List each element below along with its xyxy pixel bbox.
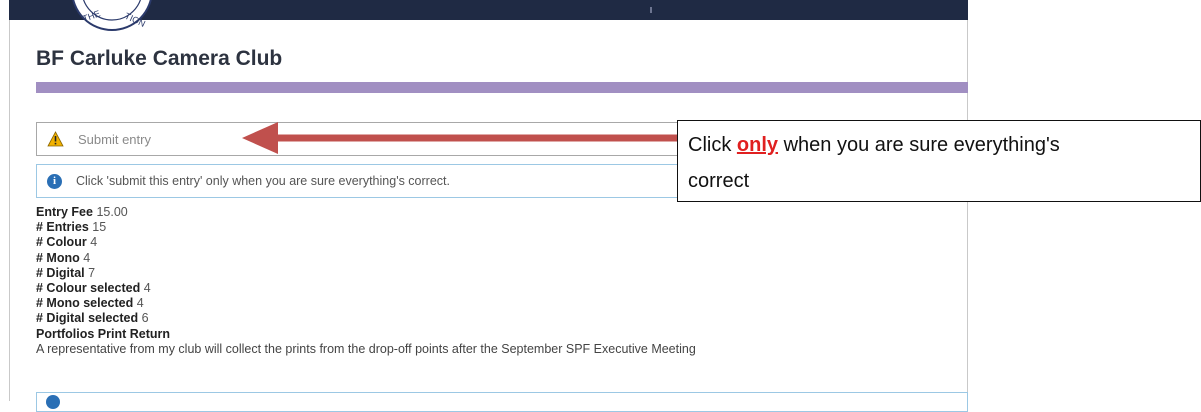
info-circle-icon: [46, 395, 60, 409]
submit-entry-button[interactable]: Submit entry: [36, 122, 696, 156]
detail-row-colour: # Colour 4: [36, 235, 98, 250]
callout-prefix: Click: [688, 134, 737, 156]
detail-row-mono: # Mono 4: [36, 250, 91, 265]
club-logo: THE TION: [72, 0, 152, 31]
portfolio-heading: Portfolios Print Return: [36, 326, 171, 341]
bottom-info-alert: [36, 392, 968, 412]
info-circle-icon: i: [47, 173, 62, 189]
detail-row-mono-selected: # Mono selected 4: [36, 296, 144, 311]
accent-bar: [36, 82, 968, 93]
page-title: BF Carluke Camera Club: [36, 47, 283, 70]
entry-details: Entry Fee 15.00 # Entries 15 # Colour 4 …: [36, 205, 936, 357]
detail-row-entry-fee: Entry Fee 15.00: [36, 205, 128, 219]
callout-line1: when you are sure everything's: [778, 134, 1060, 156]
submit-entry-label: Submit entry: [78, 131, 151, 147]
detail-row-digital-selected: # Digital selected 6: [36, 311, 149, 326]
info-text: Click 'submit this entry' only when you …: [76, 174, 450, 188]
nav-separator: [650, 7, 652, 13]
warning-triangle-icon: [47, 131, 64, 147]
callout-emphasis: only: [736, 134, 779, 156]
detail-row-colour-selected: # Colour selected 4: [36, 281, 151, 296]
annotation-callout: Click only when you are sure everything'…: [677, 120, 1201, 202]
callout-line2: correct: [688, 170, 750, 192]
detail-row-digital: # Digital 7: [36, 265, 96, 280]
portfolio-text: A representative from my club will colle…: [36, 341, 696, 356]
detail-row-entries: # Entries 15: [36, 220, 107, 235]
